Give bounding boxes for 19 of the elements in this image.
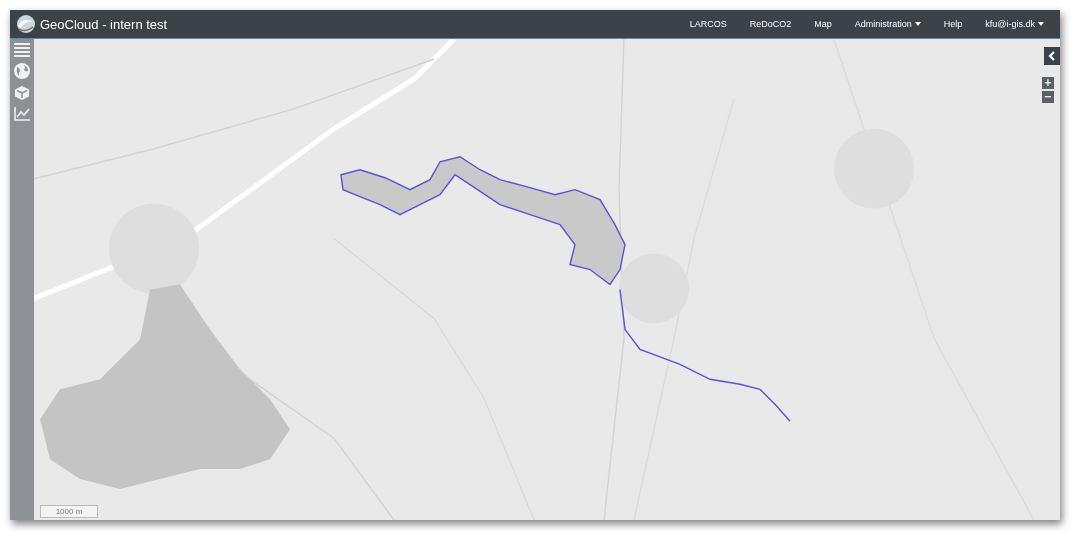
caret-icon — [1038, 22, 1044, 26]
line-chart-icon[interactable] — [14, 107, 30, 121]
nav-link[interactable]: Administration — [846, 19, 929, 29]
nav-link[interactable]: kfu@i-gis.dk — [977, 19, 1052, 29]
app-title: GeoCloud - intern test — [40, 16, 168, 32]
collapse-button[interactable] — [1044, 47, 1060, 65]
nav-link[interactable]: LARCOS — [681, 19, 735, 29]
nav-link[interactable]: ReDoCO2 — [741, 19, 800, 29]
cube-icon[interactable] — [14, 85, 30, 101]
zoom-button[interactable]: + — [1042, 77, 1054, 89]
logo-icon — [16, 14, 36, 34]
list-icon[interactable] — [14, 43, 30, 57]
caret-icon — [914, 22, 921, 26]
nav-link[interactable]: Map — [806, 19, 840, 29]
nav-link[interactable]: Help — [935, 19, 971, 29]
chevron-left-icon — [1048, 51, 1056, 61]
scale-bar: 1000 m — [40, 505, 98, 518]
globe-icon[interactable] — [14, 63, 30, 79]
zoom-button[interactable]: − — [1042, 91, 1054, 103]
